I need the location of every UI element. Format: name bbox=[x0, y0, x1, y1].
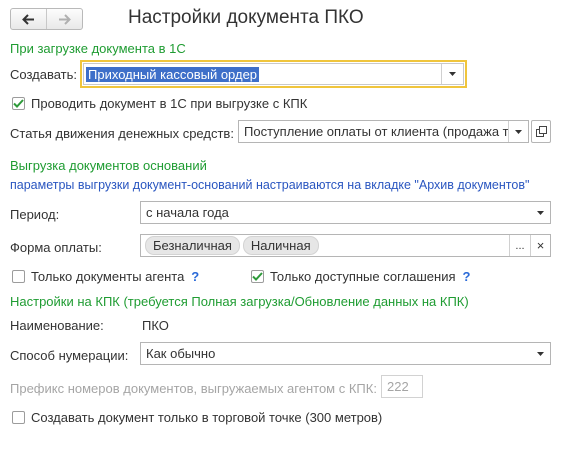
agent-docs-help[interactable]: ? bbox=[191, 269, 199, 284]
forward-arrow-icon bbox=[59, 13, 71, 25]
cashflow-label: Статья движения денежных средств: bbox=[10, 126, 234, 141]
check-icon bbox=[13, 99, 24, 108]
check-icon bbox=[252, 272, 263, 281]
agent-docs-checkbox[interactable] bbox=[12, 270, 25, 283]
shop-only-checkbox[interactable] bbox=[12, 411, 25, 424]
back-arrow-icon bbox=[22, 13, 34, 25]
cashflow-dropdown-button[interactable] bbox=[508, 121, 528, 142]
payment-tag-cash[interactable]: Наличная bbox=[242, 236, 319, 255]
chevron-down-icon bbox=[536, 210, 544, 215]
post-doc-checkbox[interactable] bbox=[12, 97, 25, 110]
period-select[interactable]: с начала года bbox=[140, 201, 551, 224]
period-value: с начала года bbox=[146, 205, 229, 220]
agreements-row: Только доступные соглашения ? bbox=[251, 269, 470, 284]
create-dropdown-button[interactable] bbox=[441, 64, 463, 84]
name-value: ПКО bbox=[142, 318, 169, 333]
chevron-down-icon bbox=[449, 72, 456, 76]
numbering-label: Способ нумерации: bbox=[10, 348, 129, 363]
back-button[interactable] bbox=[11, 9, 46, 29]
nav-buttons bbox=[10, 8, 83, 30]
post-doc-row: Проводить документ в 1С при выгрузке с К… bbox=[12, 96, 307, 111]
open-window-icon bbox=[535, 126, 547, 137]
page-title: Настройки документа ПКО bbox=[128, 7, 364, 28]
payment-field[interactable]: Безналичная Наличная ... × bbox=[140, 234, 551, 257]
numbering-dropdown-button[interactable] bbox=[530, 343, 550, 364]
payment-tag-cashless[interactable]: Безналичная bbox=[145, 236, 240, 255]
payment-clear-button[interactable]: × bbox=[530, 235, 550, 256]
create-label: Создавать: bbox=[10, 67, 78, 82]
chevron-down-icon bbox=[536, 351, 544, 356]
cashflow-value: Поступление оплаты от клиента (продажа т… bbox=[244, 124, 508, 139]
cashflow-open-button[interactable] bbox=[531, 120, 551, 143]
agreements-label: Только доступные соглашения bbox=[270, 269, 456, 284]
agent-docs-label: Только документы агента bbox=[31, 269, 185, 284]
payment-more-button[interactable]: ... bbox=[509, 235, 530, 256]
period-label: Период: bbox=[10, 207, 60, 222]
period-dropdown-button[interactable] bbox=[530, 202, 550, 223]
agreements-help[interactable]: ? bbox=[463, 269, 471, 284]
agent-docs-row: Только документы агента ? bbox=[12, 269, 199, 284]
section-kpk-header: Настройки на КПК (требуется Полная загру… bbox=[10, 294, 469, 309]
agreements-checkbox[interactable] bbox=[251, 270, 264, 283]
archive-note: параметры выгрузки документ-оснований на… bbox=[10, 178, 530, 192]
post-doc-label: Проводить документ в 1С при выгрузке с К… bbox=[31, 96, 308, 111]
section-load-header: При загрузке документа в 1С bbox=[10, 41, 186, 56]
shop-only-row: Создавать документ только в торговой точ… bbox=[12, 410, 382, 425]
create-value: Приходный кассовый ордер bbox=[86, 66, 260, 82]
prefix-label: Префикс номеров документов, выгружаемых … bbox=[10, 381, 377, 396]
payment-label: Форма оплаты: bbox=[10, 240, 102, 255]
name-label: Наименование: bbox=[10, 318, 104, 333]
section-export-header: Выгрузка документов оснований bbox=[10, 158, 207, 173]
shop-only-label: Создавать документ только в торговой точ… bbox=[31, 410, 383, 425]
cashflow-select[interactable]: Поступление оплаты от клиента (продажа т… bbox=[238, 120, 529, 143]
numbering-select[interactable]: Как обычно bbox=[140, 342, 551, 365]
create-select[interactable]: Приходный кассовый ордер bbox=[80, 60, 467, 88]
prefix-input[interactable]: 222 bbox=[381, 375, 423, 398]
numbering-value: Как обычно bbox=[146, 346, 216, 361]
prefix-value: 222 bbox=[387, 379, 409, 394]
chevron-down-icon bbox=[515, 129, 522, 134]
forward-button[interactable] bbox=[46, 9, 82, 29]
